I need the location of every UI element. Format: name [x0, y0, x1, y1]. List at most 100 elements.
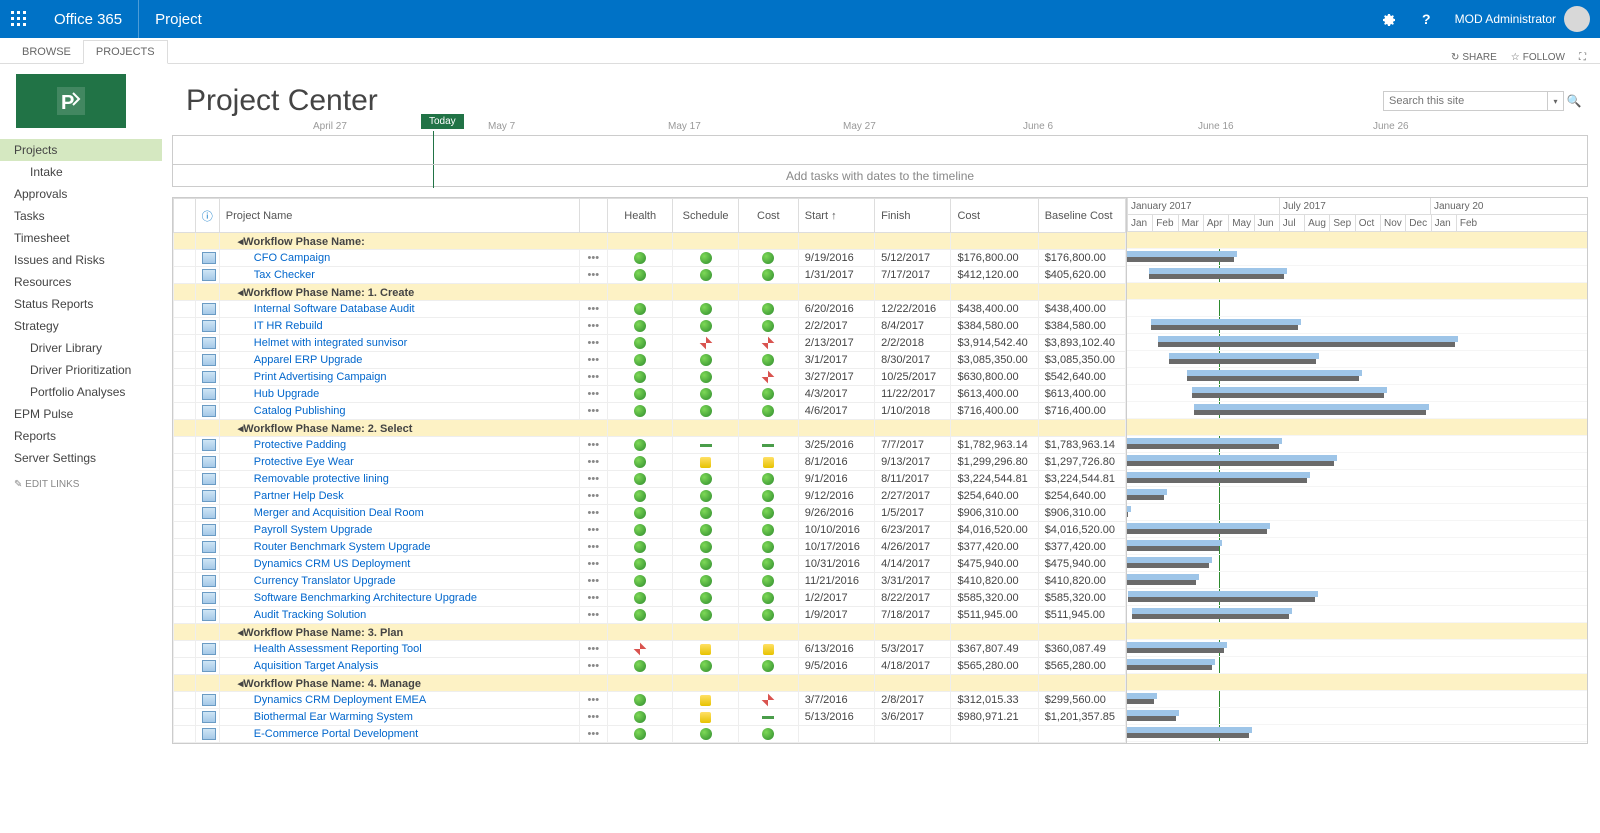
nav-item[interactable]: Driver Library [0, 337, 162, 359]
column-header[interactable]: Cost [951, 199, 1038, 233]
column-header[interactable]: Project Name [219, 199, 579, 233]
column-header[interactable]: Health [607, 199, 672, 233]
app-name[interactable]: Project [139, 11, 218, 28]
column-header[interactable]: Start ↑ [798, 199, 874, 233]
phase-row[interactable]: ◂Workflow Phase Name: 2. Select [174, 420, 1126, 437]
edit-links[interactable]: ✎ EDIT LINKS [0, 469, 162, 500]
row-menu-icon[interactable]: ••• [579, 386, 607, 403]
project-name-link[interactable]: Health Assessment Reporting Tool [254, 643, 422, 655]
project-name-link[interactable]: Protective Padding [254, 439, 346, 451]
project-row[interactable]: Print Advertising Campaign•••3/27/201710… [174, 369, 1126, 386]
nav-item[interactable]: Resources [0, 271, 162, 293]
row-menu-icon[interactable]: ••• [579, 505, 607, 522]
help-icon[interactable]: ? [1407, 0, 1445, 38]
row-menu-icon[interactable]: ••• [579, 454, 607, 471]
share-button[interactable]: ↻ SHARE [1451, 52, 1497, 63]
project-row[interactable]: Currency Translator Upgrade•••11/21/2016… [174, 573, 1126, 590]
row-menu-icon[interactable]: ••• [579, 403, 607, 420]
project-name-link[interactable]: Protective Eye Wear [254, 456, 354, 468]
nav-item[interactable]: Server Settings [0, 447, 162, 469]
timeline[interactable]: Today April 27May 7May 17May 27June 6Jun… [172, 135, 1588, 187]
nav-item[interactable]: Reports [0, 425, 162, 447]
nav-item[interactable]: Issues and Risks [0, 249, 162, 271]
project-name-link[interactable]: IT HR Rebuild [254, 320, 323, 332]
project-name-link[interactable]: Helmet with integrated sunvisor [254, 337, 407, 349]
row-menu-icon[interactable]: ••• [579, 488, 607, 505]
project-name-link[interactable]: Biothermal Ear Warming System [254, 711, 413, 723]
project-name-link[interactable]: Audit Tracking Solution [254, 609, 367, 621]
follow-button[interactable]: ☆ FOLLOW [1511, 52, 1565, 63]
nav-item[interactable]: Strategy [0, 315, 162, 337]
column-header[interactable] [174, 199, 196, 233]
column-header[interactable] [579, 199, 607, 233]
project-name-link[interactable]: Router Benchmark System Upgrade [254, 541, 431, 553]
row-menu-icon[interactable]: ••• [579, 471, 607, 488]
project-name-link[interactable]: Merger and Acquisition Deal Room [254, 507, 424, 519]
search-input[interactable] [1383, 91, 1548, 111]
project-name-link[interactable]: Internal Software Database Audit [254, 303, 415, 315]
phase-row[interactable]: ◂Workflow Phase Name: 4. Manage [174, 675, 1126, 692]
project-name-link[interactable]: CFO Campaign [254, 252, 330, 264]
row-menu-icon[interactable]: ••• [579, 556, 607, 573]
project-row[interactable]: Biothermal Ear Warming System•••5/13/201… [174, 709, 1126, 726]
project-row[interactable]: CFO Campaign•••9/19/20165/12/2017$176,80… [174, 250, 1126, 267]
row-menu-icon[interactable]: ••• [579, 692, 607, 709]
row-menu-icon[interactable]: ••• [579, 267, 607, 284]
project-name-link[interactable]: Dynamics CRM US Deployment [254, 558, 410, 570]
column-header[interactable]: Cost [738, 199, 798, 233]
project-row[interactable]: Tax Checker•••1/31/20177/17/2017$412,120… [174, 267, 1126, 284]
fullscreen-icon[interactable]: ⛶ [1579, 52, 1586, 63]
project-name-link[interactable]: Currency Translator Upgrade [254, 575, 396, 587]
project-name-link[interactable]: Software Benchmarking Architecture Upgra… [254, 592, 477, 604]
project-row[interactable]: Dynamics CRM US Deployment•••10/31/20164… [174, 556, 1126, 573]
phase-row[interactable]: ◂Workflow Phase Name: 3. Plan [174, 624, 1126, 641]
column-header[interactable]: Schedule [673, 199, 738, 233]
project-row[interactable]: Hub Upgrade•••4/3/201711/22/2017$613,400… [174, 386, 1126, 403]
project-name-link[interactable]: Apparel ERP Upgrade [254, 354, 363, 366]
project-name-link[interactable]: Tax Checker [254, 269, 315, 281]
row-menu-icon[interactable]: ••• [579, 573, 607, 590]
project-row[interactable]: E-Commerce Portal Development ••• [174, 726, 1126, 743]
nav-item[interactable]: Status Reports [0, 293, 162, 315]
nav-item[interactable]: Tasks [0, 205, 162, 227]
ribbon-tab-projects[interactable]: PROJECTS [83, 40, 168, 64]
user-menu[interactable]: MOD Administrator [1445, 6, 1600, 32]
row-menu-icon[interactable]: ••• [579, 301, 607, 318]
settings-icon[interactable] [1369, 0, 1407, 38]
brand[interactable]: Office 365 [38, 0, 139, 38]
nav-item[interactable]: Approvals [0, 183, 162, 205]
row-menu-icon[interactable]: ••• [579, 318, 607, 335]
project-name-link[interactable]: Dynamics CRM Deployment EMEA [254, 694, 426, 706]
phase-row[interactable]: ◂Workflow Phase Name: [174, 233, 1126, 250]
project-name-link[interactable]: Catalog Publishing [254, 405, 346, 417]
project-row[interactable]: Protective Padding•••3/25/20167/7/2017$1… [174, 437, 1126, 454]
nav-item[interactable]: Projects [0, 139, 162, 161]
project-row[interactable]: Payroll System Upgrade•••10/10/20166/23/… [174, 522, 1126, 539]
row-menu-icon[interactable]: ••• [579, 607, 607, 624]
row-menu-icon[interactable]: ••• [579, 590, 607, 607]
row-menu-icon[interactable]: ••• [579, 658, 607, 675]
ribbon-tab-browse[interactable]: BROWSE [10, 41, 83, 63]
project-row[interactable]: Audit Tracking Solution•••1/9/20177/18/2… [174, 607, 1126, 624]
nav-item[interactable]: EPM Pulse [0, 403, 162, 425]
project-row[interactable]: Router Benchmark System Upgrade•••10/17/… [174, 539, 1126, 556]
project-row[interactable]: Partner Help Desk•••9/12/20162/27/2017$2… [174, 488, 1126, 505]
nav-item[interactable]: Intake [0, 161, 162, 183]
row-menu-icon[interactable]: ••• [579, 335, 607, 352]
project-name-link[interactable]: E-Commerce Portal Development [254, 728, 418, 740]
row-menu-icon[interactable]: ••• [579, 369, 607, 386]
project-row[interactable]: IT HR Rebuild•••2/2/20178/4/2017$384,580… [174, 318, 1126, 335]
project-name-link[interactable]: Aquisition Target Analysis [254, 660, 379, 672]
project-name-link[interactable]: Print Advertising Campaign [254, 371, 387, 383]
search-go-icon[interactable]: 🔍 [1564, 91, 1584, 111]
row-menu-icon[interactable]: ••• [579, 539, 607, 556]
row-menu-icon[interactable]: ••• [579, 641, 607, 658]
project-row[interactable]: Aquisition Target Analysis•••9/5/20164/1… [174, 658, 1126, 675]
row-menu-icon[interactable]: ••• [579, 709, 607, 726]
nav-item[interactable]: Timesheet [0, 227, 162, 249]
project-row[interactable]: Dynamics CRM Deployment EMEA•••3/7/20162… [174, 692, 1126, 709]
column-header[interactable]: Finish [875, 199, 951, 233]
project-row[interactable]: Health Assessment Reporting Tool•••6/13/… [174, 641, 1126, 658]
nav-item[interactable]: Portfolio Analyses [0, 381, 162, 403]
row-menu-icon[interactable]: ••• [579, 726, 607, 743]
